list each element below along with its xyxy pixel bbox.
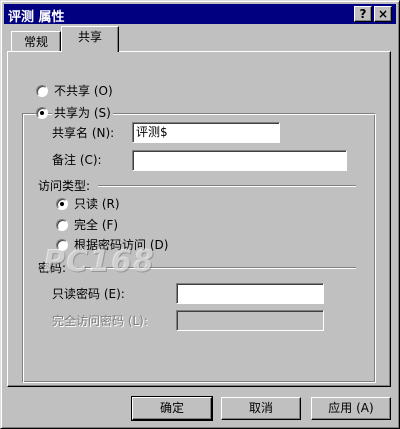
read-only-password-label: 只读密码 (E):: [52, 287, 125, 301]
full-access-label[interactable]: 完全 (F): [74, 218, 118, 232]
read-only-password-input[interactable]: [176, 283, 324, 304]
share-as-radio[interactable]: [36, 107, 48, 119]
full-access-radio[interactable]: [56, 219, 68, 231]
radio-selected-dot: [40, 111, 44, 115]
title-bar[interactable]: 评测 属性 ? ×: [4, 4, 396, 25]
no-share-radio[interactable]: [36, 85, 48, 97]
full-access-password-input[interactable]: [176, 310, 324, 331]
properties-dialog: 评测 属性 ? × 常规 共享 不共享 (O) 共享为 (S) 共享名 (N):…: [0, 0, 400, 429]
comment-label: 备注 (C):: [52, 153, 102, 167]
pc168-watermark: PC168: [43, 244, 155, 279]
read-only-access-label[interactable]: 只读 (R): [74, 197, 120, 211]
help-button[interactable]: ?: [354, 6, 372, 22]
apply-button[interactable]: 应用 (A): [311, 397, 391, 420]
share-as-label[interactable]: 共享为 (S): [52, 106, 113, 120]
share-name-label: 共享名 (N):: [52, 126, 115, 140]
access-type-heading: 访问类型:: [38, 179, 91, 193]
tab-sharing[interactable]: 共享: [61, 26, 119, 52]
share-name-input[interactable]: 评测$: [132, 122, 280, 143]
close-button[interactable]: ×: [374, 6, 392, 22]
window-title: 评测 属性: [8, 10, 65, 25]
sharing-panel: 不共享 (O) 共享为 (S) 共享名 (N): 评测$ 备注 (C): 访问类…: [7, 51, 391, 387]
full-access-password-label: 完全访问密码 (L):: [52, 314, 148, 328]
read-only-radio[interactable]: [56, 198, 68, 210]
access-type-separator: [98, 185, 356, 187]
ok-button[interactable]: 确定: [131, 396, 213, 421]
radio-selected-dot: [60, 202, 64, 206]
tab-general[interactable]: 常规: [11, 31, 61, 53]
no-share-label[interactable]: 不共享 (O): [54, 84, 113, 98]
cancel-button[interactable]: 取消: [221, 397, 301, 420]
comment-input[interactable]: [132, 150, 347, 171]
